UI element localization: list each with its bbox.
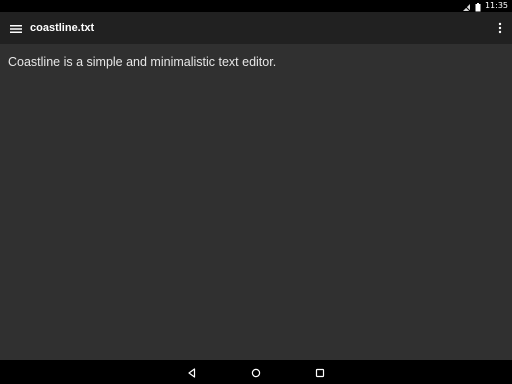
nav-bar xyxy=(0,360,512,384)
home-icon xyxy=(251,363,261,382)
overflow-menu-button[interactable] xyxy=(492,16,508,40)
status-right: 11:35 xyxy=(462,0,508,12)
text-editor[interactable]: Coastline is a simple and minimalistic t… xyxy=(0,44,512,360)
app-title: coastline.txt xyxy=(30,22,95,34)
menu-button[interactable] xyxy=(4,16,28,40)
menu-icon xyxy=(10,19,22,38)
app-bar: coastline.txt xyxy=(0,12,512,44)
screen: 11:35 coastline.txt Coastline is a simpl… xyxy=(0,0,512,384)
recents-button[interactable] xyxy=(310,362,330,382)
editor-content[interactable]: Coastline is a simple and minimalistic t… xyxy=(8,54,504,70)
home-button[interactable] xyxy=(246,362,266,382)
recents-icon xyxy=(315,363,325,382)
overflow-menu-icon xyxy=(498,19,502,38)
back-icon xyxy=(187,363,197,382)
status-time: 11:35 xyxy=(484,1,508,10)
back-button[interactable] xyxy=(182,362,202,382)
status-bar: 11:35 xyxy=(0,0,512,12)
